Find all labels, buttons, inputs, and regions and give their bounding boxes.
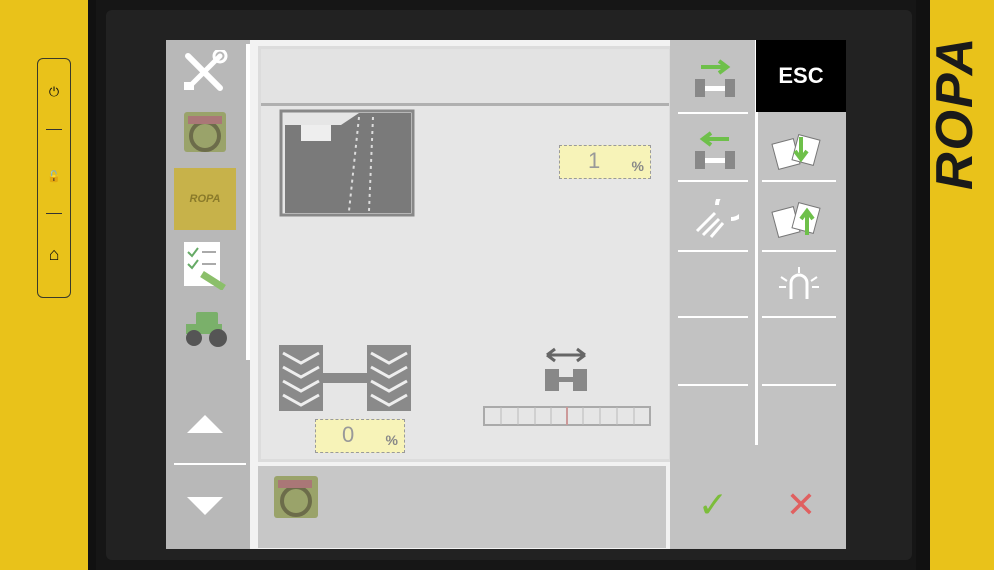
sidebar: ROPA xyxy=(166,40,250,549)
sidebar-scrollbar[interactable] xyxy=(246,44,250,360)
axle-shift-left-button[interactable] xyxy=(678,120,752,182)
axle-offset-value: 0 xyxy=(342,422,355,447)
cancel-button[interactable]: ✕ xyxy=(756,460,846,549)
hardware-key-panel: ⏻ 🔓 ⌂ xyxy=(37,58,71,298)
axle-offset-unit: % xyxy=(385,432,398,448)
main-header xyxy=(261,49,669,106)
arrow-up-icon xyxy=(187,415,223,433)
card-up-icon xyxy=(771,201,821,239)
card-down-icon xyxy=(771,133,821,171)
display-screen: ROPA 1 % 0 % ESC ✓ ✕ xyxy=(166,40,846,549)
bunker-graphic xyxy=(279,109,415,217)
headlight-button[interactable] xyxy=(678,188,752,250)
esc-button[interactable]: ESC xyxy=(756,40,846,112)
fill-level-value: 1 xyxy=(588,148,601,173)
axle-shift-right-icon xyxy=(695,59,735,97)
axle-width-icon xyxy=(545,347,587,391)
card-up-button[interactable] xyxy=(762,188,836,250)
esc-label: ESC xyxy=(778,63,824,88)
axle-shift-left-icon xyxy=(695,131,735,169)
power-icon: ⏻ xyxy=(48,84,60,99)
tractor-icon[interactable] xyxy=(174,302,236,352)
axle-shift-right-button[interactable] xyxy=(678,48,752,110)
power-key[interactable]: ⏻ xyxy=(38,69,70,115)
beacon-light-button[interactable] xyxy=(762,254,836,316)
home-key[interactable]: ⌂ xyxy=(38,231,70,277)
home-icon: ⌂ xyxy=(48,243,60,264)
divider xyxy=(174,463,246,465)
checklist-icon[interactable] xyxy=(174,236,236,292)
bottom-bar xyxy=(258,466,666,548)
beacon-light-icon xyxy=(779,267,819,299)
axle-offset-field[interactable]: 0 % xyxy=(315,419,405,453)
ropa-logo-label: ROPA xyxy=(174,168,236,230)
close-icon: ✕ xyxy=(785,483,817,525)
axle-graphic xyxy=(279,345,411,411)
unlock-key[interactable]: 🔓 xyxy=(38,153,70,199)
fill-level-unit: % xyxy=(631,158,644,174)
card-down-button[interactable] xyxy=(762,120,836,182)
ropa-logo-icon[interactable]: ROPA xyxy=(174,168,236,230)
confirm-button[interactable]: ✓ xyxy=(670,460,756,549)
checkmark-icon: ✓ xyxy=(697,483,729,525)
fill-level-field[interactable]: 1 % xyxy=(559,145,651,179)
arrow-down-icon xyxy=(187,497,223,515)
scroll-down-button[interactable] xyxy=(174,486,236,526)
scroll-up-button[interactable] xyxy=(174,404,236,444)
tools-icon[interactable] xyxy=(174,46,236,98)
unlock-icon: 🔓 xyxy=(47,170,61,183)
headlight-icon xyxy=(695,199,739,238)
main-panel: 1 % 0 % xyxy=(258,46,672,462)
position-scale xyxy=(483,406,651,426)
steering-wheel-icon[interactable] xyxy=(174,106,236,158)
brand-logo: ROPA xyxy=(926,35,984,190)
steering-wheel-icon[interactable] xyxy=(272,474,322,522)
